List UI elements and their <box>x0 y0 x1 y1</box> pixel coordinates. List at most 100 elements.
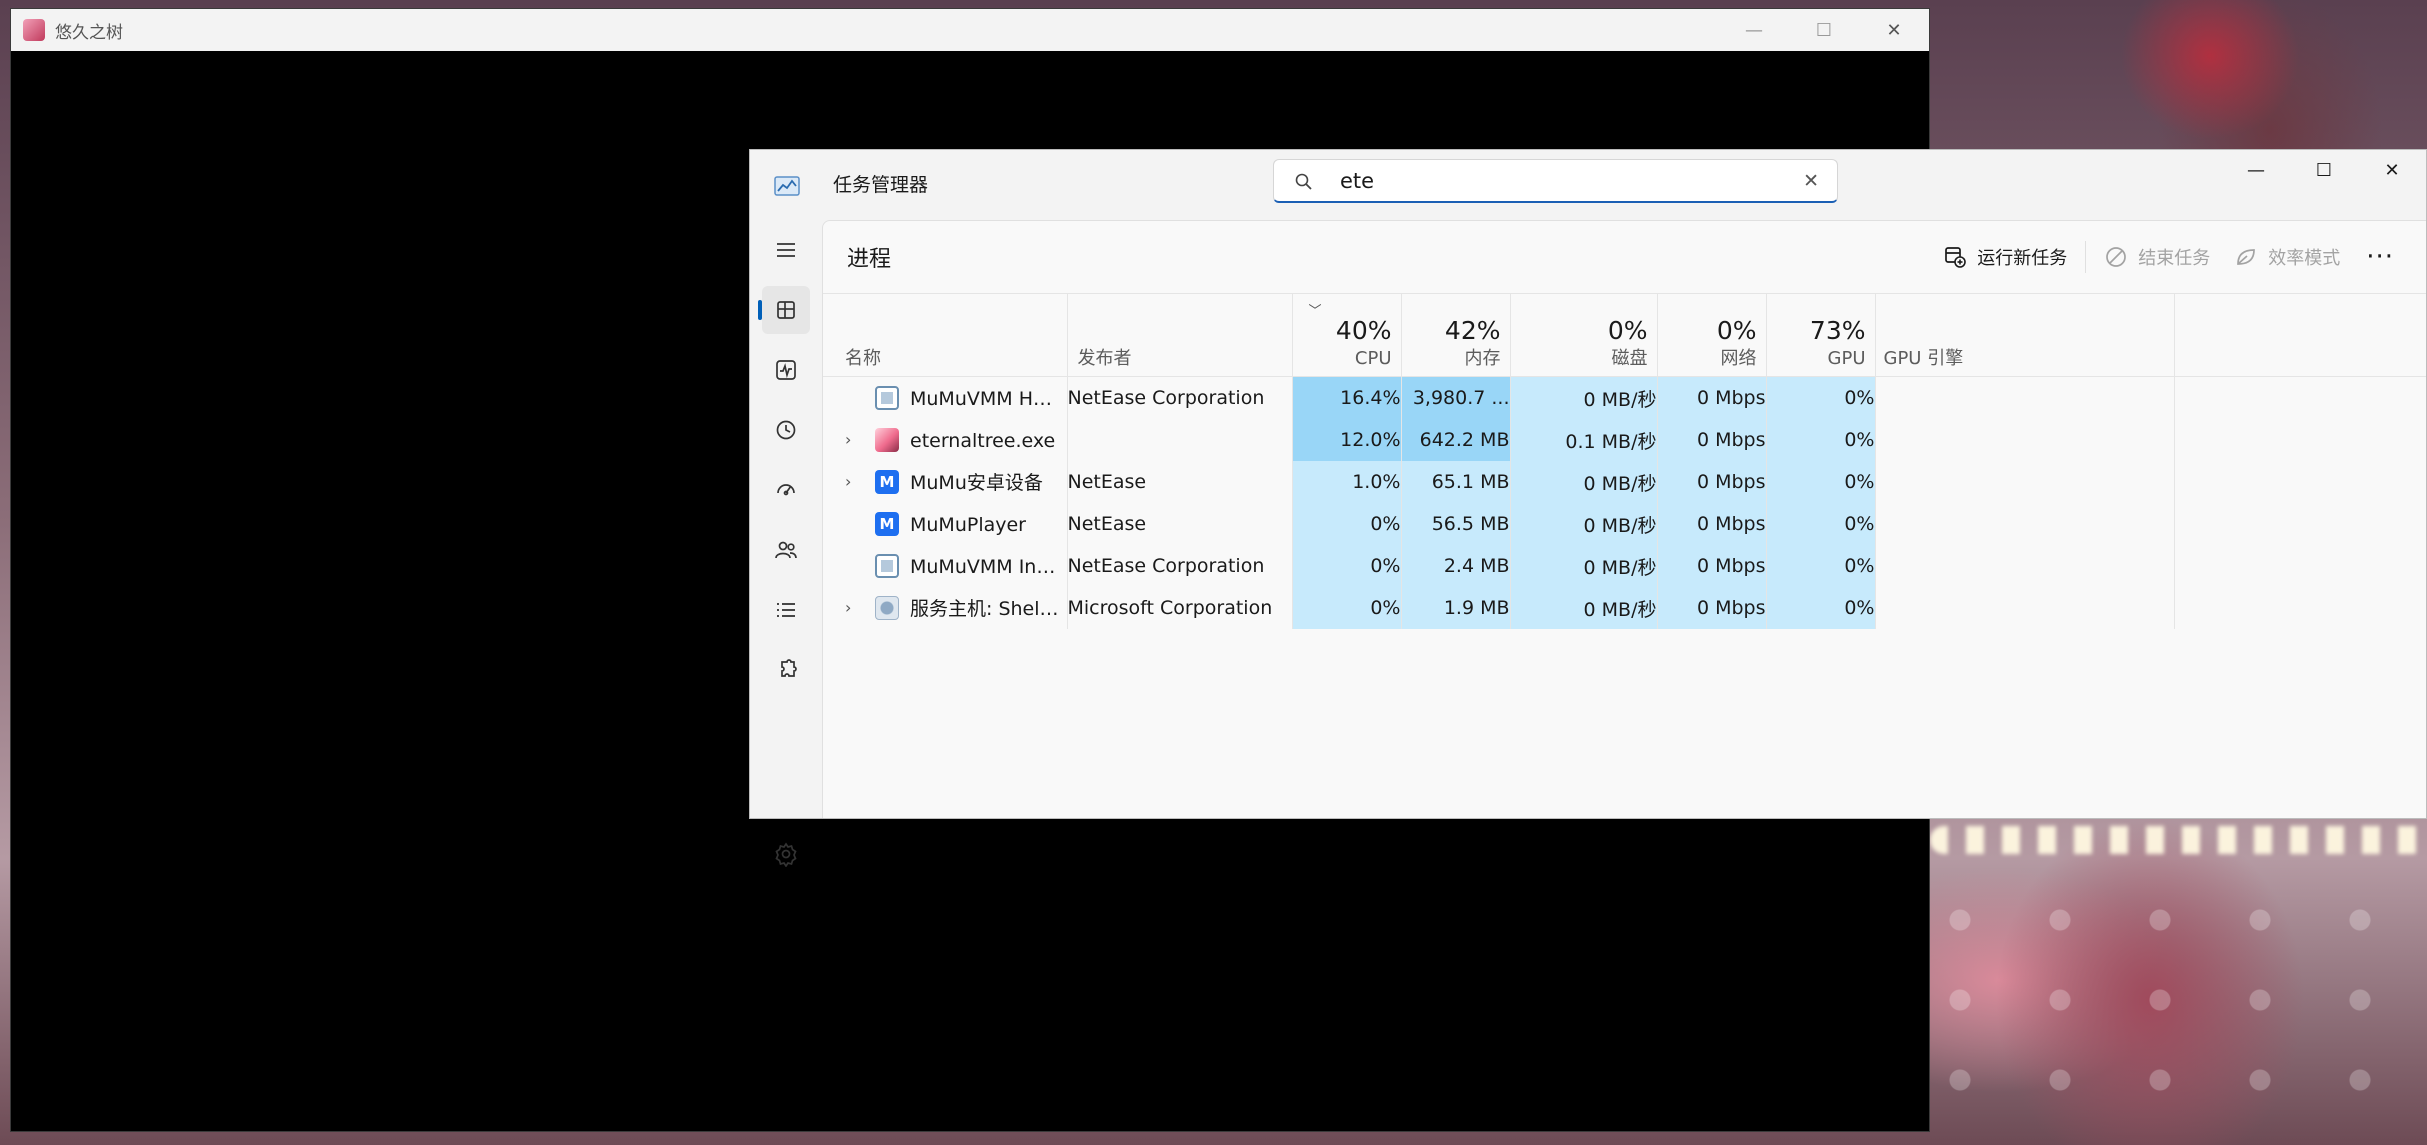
row-spacer <box>2174 419 2426 461</box>
column-header-spacer <box>2174 294 2426 377</box>
expand-chevron-icon[interactable]: › <box>845 598 851 618</box>
row-spacer <box>2174 587 2426 629</box>
process-gpu: 0% <box>1766 376 1876 419</box>
sort-chevron-icon: ﹀ <box>1308 304 1322 319</box>
process-publisher: NetEase Corporation <box>1067 545 1293 587</box>
sidebar-item-details[interactable] <box>762 586 810 634</box>
row-spacer <box>2174 545 2426 587</box>
vmm-icon <box>875 386 899 410</box>
column-header-gpu[interactable]: 73% GPU <box>1766 294 1876 377</box>
process-publisher <box>1067 419 1293 461</box>
game-close-button[interactable]: ✕ <box>1859 9 1929 51</box>
run-new-task-button[interactable]: 运行新任务 <box>1931 239 2079 275</box>
process-name: 服务主机: Shell ... <box>910 598 1061 620</box>
table-row[interactable]: › eternaltree.exe 12.0% 642.2 MB 0.1 MB/… <box>823 419 2426 461</box>
mumu-icon: M <box>875 470 899 494</box>
task-manager-app-icon <box>774 176 800 196</box>
sidebar-item-startup-apps[interactable] <box>762 466 810 514</box>
page-header: 进程 运行新任务 结束任务 效率模式 ··· <box>823 221 2426 294</box>
table-row[interactable]: › M MuMu安卓设备 NetEase 1.0% 65.1 MB 0 MB/秒… <box>823 461 2426 503</box>
table-row[interactable]: MuMuVMM He... NetEase Corporation 16.4% … <box>823 376 2426 420</box>
column-header-cpu[interactable]: ﹀ 40% CPU <box>1292 294 1402 377</box>
process-disk: 0.1 MB/秒 <box>1510 419 1658 461</box>
gpu-label: GPU <box>1827 348 1866 369</box>
expand-chevron-icon[interactable]: › <box>845 472 851 492</box>
table-row[interactable]: › 服务主机: Shell ... Microsoft Corporation … <box>823 587 2426 629</box>
hamburger-menu-button[interactable] <box>762 226 810 274</box>
game-titlebar[interactable]: 悠久之树 — ☐ ✕ <box>11 9 1929 51</box>
disk-total: 0% <box>1607 316 1648 345</box>
row-spacer <box>2174 503 2426 545</box>
efficiency-mode-button[interactable]: 效率模式 <box>2222 239 2352 275</box>
efficiency-mode-label: 效率模式 <box>2268 248 2341 269</box>
process-memory: 2.4 MB <box>1401 545 1511 587</box>
tm-close-button[interactable]: ✕ <box>2358 150 2426 190</box>
process-cpu: 0% <box>1292 503 1402 545</box>
expand-chevron-icon[interactable]: › <box>845 430 851 450</box>
process-name: MuMu安卓设备 <box>910 472 1043 494</box>
memory-total: 42% <box>1444 316 1501 345</box>
column-header-gpu-engine[interactable]: GPU 引擎 <box>1875 294 2175 377</box>
process-name-cell: › M MuMu安卓设备 <box>823 461 1068 503</box>
search-icon <box>1295 173 1312 190</box>
end-task-icon <box>2106 247 2127 267</box>
sidebar-item-app-history[interactable] <box>762 406 810 454</box>
sidebar-item-settings[interactable] <box>762 830 810 878</box>
sidebar-item-performance[interactable] <box>762 346 810 394</box>
process-cpu: 12.0% <box>1292 419 1402 461</box>
column-header-publisher[interactable]: 发布者 <box>1067 294 1293 377</box>
process-gpu: 0% <box>1766 503 1876 545</box>
vmm-icon <box>875 554 899 578</box>
process-name: eternaltree.exe <box>910 430 1056 452</box>
tm-maximize-button[interactable]: ☐ <box>2290 150 2358 190</box>
process-memory: 56.5 MB <box>1401 503 1511 545</box>
app-history-icon <box>776 420 796 440</box>
task-manager-titlebar[interactable]: 任务管理器 ✕ — ☐ ✕ <box>750 150 2426 220</box>
process-gpu-engine <box>1875 461 2175 503</box>
process-disk: 0 MB/秒 <box>1510 503 1658 545</box>
efficiency-mode-icon <box>2237 249 2256 265</box>
process-disk: 0 MB/秒 <box>1510 545 1658 587</box>
process-name-cell: M MuMuPlayer <box>823 503 1068 545</box>
sidebar-item-services[interactable] <box>762 646 810 694</box>
sidebar-item-users[interactable] <box>762 526 810 574</box>
table-row[interactable]: MuMuVMM Int... NetEase Corporation 0% 2.… <box>823 545 2426 587</box>
service-host-icon <box>875 596 899 620</box>
process-gpu-engine <box>1875 376 2175 419</box>
active-indicator <box>758 300 762 320</box>
process-cpu: 16.4% <box>1292 376 1402 419</box>
more-options-button[interactable]: ··· <box>2352 239 2408 275</box>
process-memory: 1.9 MB <box>1401 587 1511 629</box>
end-task-button[interactable]: 结束任务 <box>2092 239 2222 275</box>
column-header-disk[interactable]: 0% 磁盘 <box>1510 294 1658 377</box>
game-minimize-button[interactable]: — <box>1719 9 1789 51</box>
toolbar-divider <box>2085 241 2087 273</box>
process-network: 0 Mbps <box>1657 376 1767 419</box>
eternaltree-icon <box>875 428 899 452</box>
row-spacer <box>2174 377 2426 420</box>
clear-search-icon[interactable]: ✕ <box>1803 171 1819 191</box>
mumu-icon: M <box>875 512 899 536</box>
game-maximize-button[interactable]: ☐ <box>1789 9 1859 51</box>
process-memory: 65.1 MB <box>1401 461 1511 503</box>
run-new-task-icon <box>1945 247 1967 268</box>
process-name: MuMuVMM Int... <box>910 556 1061 578</box>
column-header-network[interactable]: 0% 网络 <box>1657 294 1767 377</box>
process-disk: 0 MB/秒 <box>1510 587 1658 629</box>
process-name: MuMuPlayer <box>910 514 1026 536</box>
sidebar-item-processes[interactable] <box>758 286 810 334</box>
run-new-task-label: 运行新任务 <box>1977 248 2068 269</box>
column-header-memory[interactable]: 42% 内存 <box>1401 294 1511 377</box>
network-label: 网络 <box>1720 348 1757 369</box>
users-icon <box>775 541 797 559</box>
column-header-name[interactable]: 名称 <box>823 294 1068 377</box>
table-row[interactable]: M MuMuPlayer NetEase 0% 56.5 MB 0 MB/秒 0… <box>823 503 2426 545</box>
process-gpu-engine <box>1875 587 2175 629</box>
process-name-cell: › 服务主机: Shell ... <box>823 587 1068 629</box>
end-task-label: 结束任务 <box>2138 248 2211 269</box>
process-search-box[interactable]: ✕ <box>1273 159 1838 203</box>
search-input[interactable] <box>1340 166 1780 196</box>
row-spacer <box>2174 461 2426 503</box>
tm-minimize-button[interactable]: — <box>2222 150 2290 190</box>
wallpaper-bokeh <box>1930 880 2427 1145</box>
